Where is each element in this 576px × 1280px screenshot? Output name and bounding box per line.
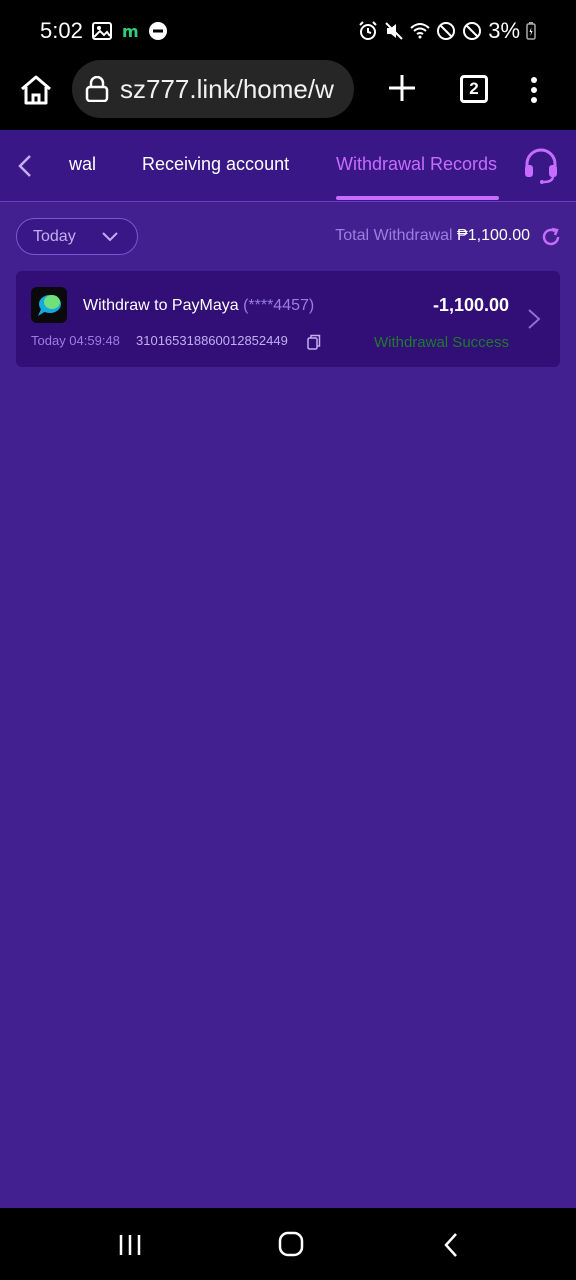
alarm-icon [359, 21, 377, 40]
app-content: wal Receiving account Withdrawal Records… [0, 130, 576, 1208]
battery-icon [526, 22, 536, 40]
paymaya-logo [31, 287, 67, 323]
status-system-icons: 3% [358, 18, 536, 44]
battery-percent: 3% [488, 18, 520, 43]
record-amount: -1,100.00 [432, 295, 509, 315]
top-nav: wal Receiving account Withdrawal Records [0, 130, 576, 202]
tab-withdrawal[interactable]: wal [69, 154, 96, 175]
recents-icon[interactable] [118, 1234, 142, 1256]
record-title: Withdraw to PayMaya (****4457) [83, 297, 314, 315]
record-time: Today 04:59:48 [31, 333, 120, 348]
active-tab-indicator [336, 196, 499, 200]
status-notification-icons: m [92, 21, 168, 41]
more-menu-icon[interactable] [522, 74, 546, 106]
headset-support-icon[interactable] [522, 148, 560, 184]
withdrawal-record[interactable]: Withdraw to PayMaya (****4457) -1,100.00… [16, 271, 560, 367]
mute-icon [385, 22, 403, 40]
total-withdrawal: Total Withdrawal ₱1,100.00 [335, 227, 530, 245]
record-id: 310165318860012852449 [136, 333, 288, 348]
new-tab-icon[interactable] [386, 72, 418, 104]
image-icon [92, 22, 112, 40]
lock-icon [85, 76, 109, 102]
back-icon[interactable] [442, 1232, 460, 1258]
svg-text:m: m [122, 22, 139, 41]
tab-switcher-button[interactable]: 2 [460, 75, 488, 103]
home-icon[interactable] [18, 72, 54, 108]
status-bar: 5:02 m 3% [0, 0, 576, 60]
back-arrow-icon[interactable] [14, 152, 38, 180]
record-method: Withdraw to PayMaya [83, 297, 239, 314]
home-button-icon[interactable] [278, 1231, 304, 1257]
record-status: Withdrawal Success [373, 334, 509, 351]
system-nav-bar [0, 1208, 576, 1280]
tab-withdrawal-records[interactable]: Withdrawal Records [336, 154, 497, 175]
dnd-icon [149, 22, 167, 40]
address-bar[interactable]: sz777.link/home/w [72, 60, 354, 118]
m-icon: m [122, 22, 139, 41]
total-withdrawal-label: Total Withdrawal [335, 227, 453, 244]
url-text: sz777.link/home/w [120, 74, 334, 104]
status-time: 5:02 [40, 18, 83, 43]
total-withdrawal-amount: ₱1,100.00 [457, 227, 530, 244]
wifi-icon [410, 23, 430, 39]
refresh-icon[interactable] [540, 226, 562, 248]
chevron-down-icon [102, 232, 118, 242]
chevron-right-icon [528, 309, 541, 329]
tab-receiving-account[interactable]: Receiving account [142, 154, 289, 175]
blocked-icon [463, 22, 482, 40]
date-filter-value: Today [33, 228, 76, 245]
record-account: (****4457) [243, 297, 315, 314]
date-filter-dropdown[interactable]: Today [16, 218, 138, 255]
browser-toolbar: sz777.link/home/w 2 [0, 60, 576, 130]
blocked-icon [437, 22, 456, 40]
copy-icon[interactable] [307, 334, 321, 350]
